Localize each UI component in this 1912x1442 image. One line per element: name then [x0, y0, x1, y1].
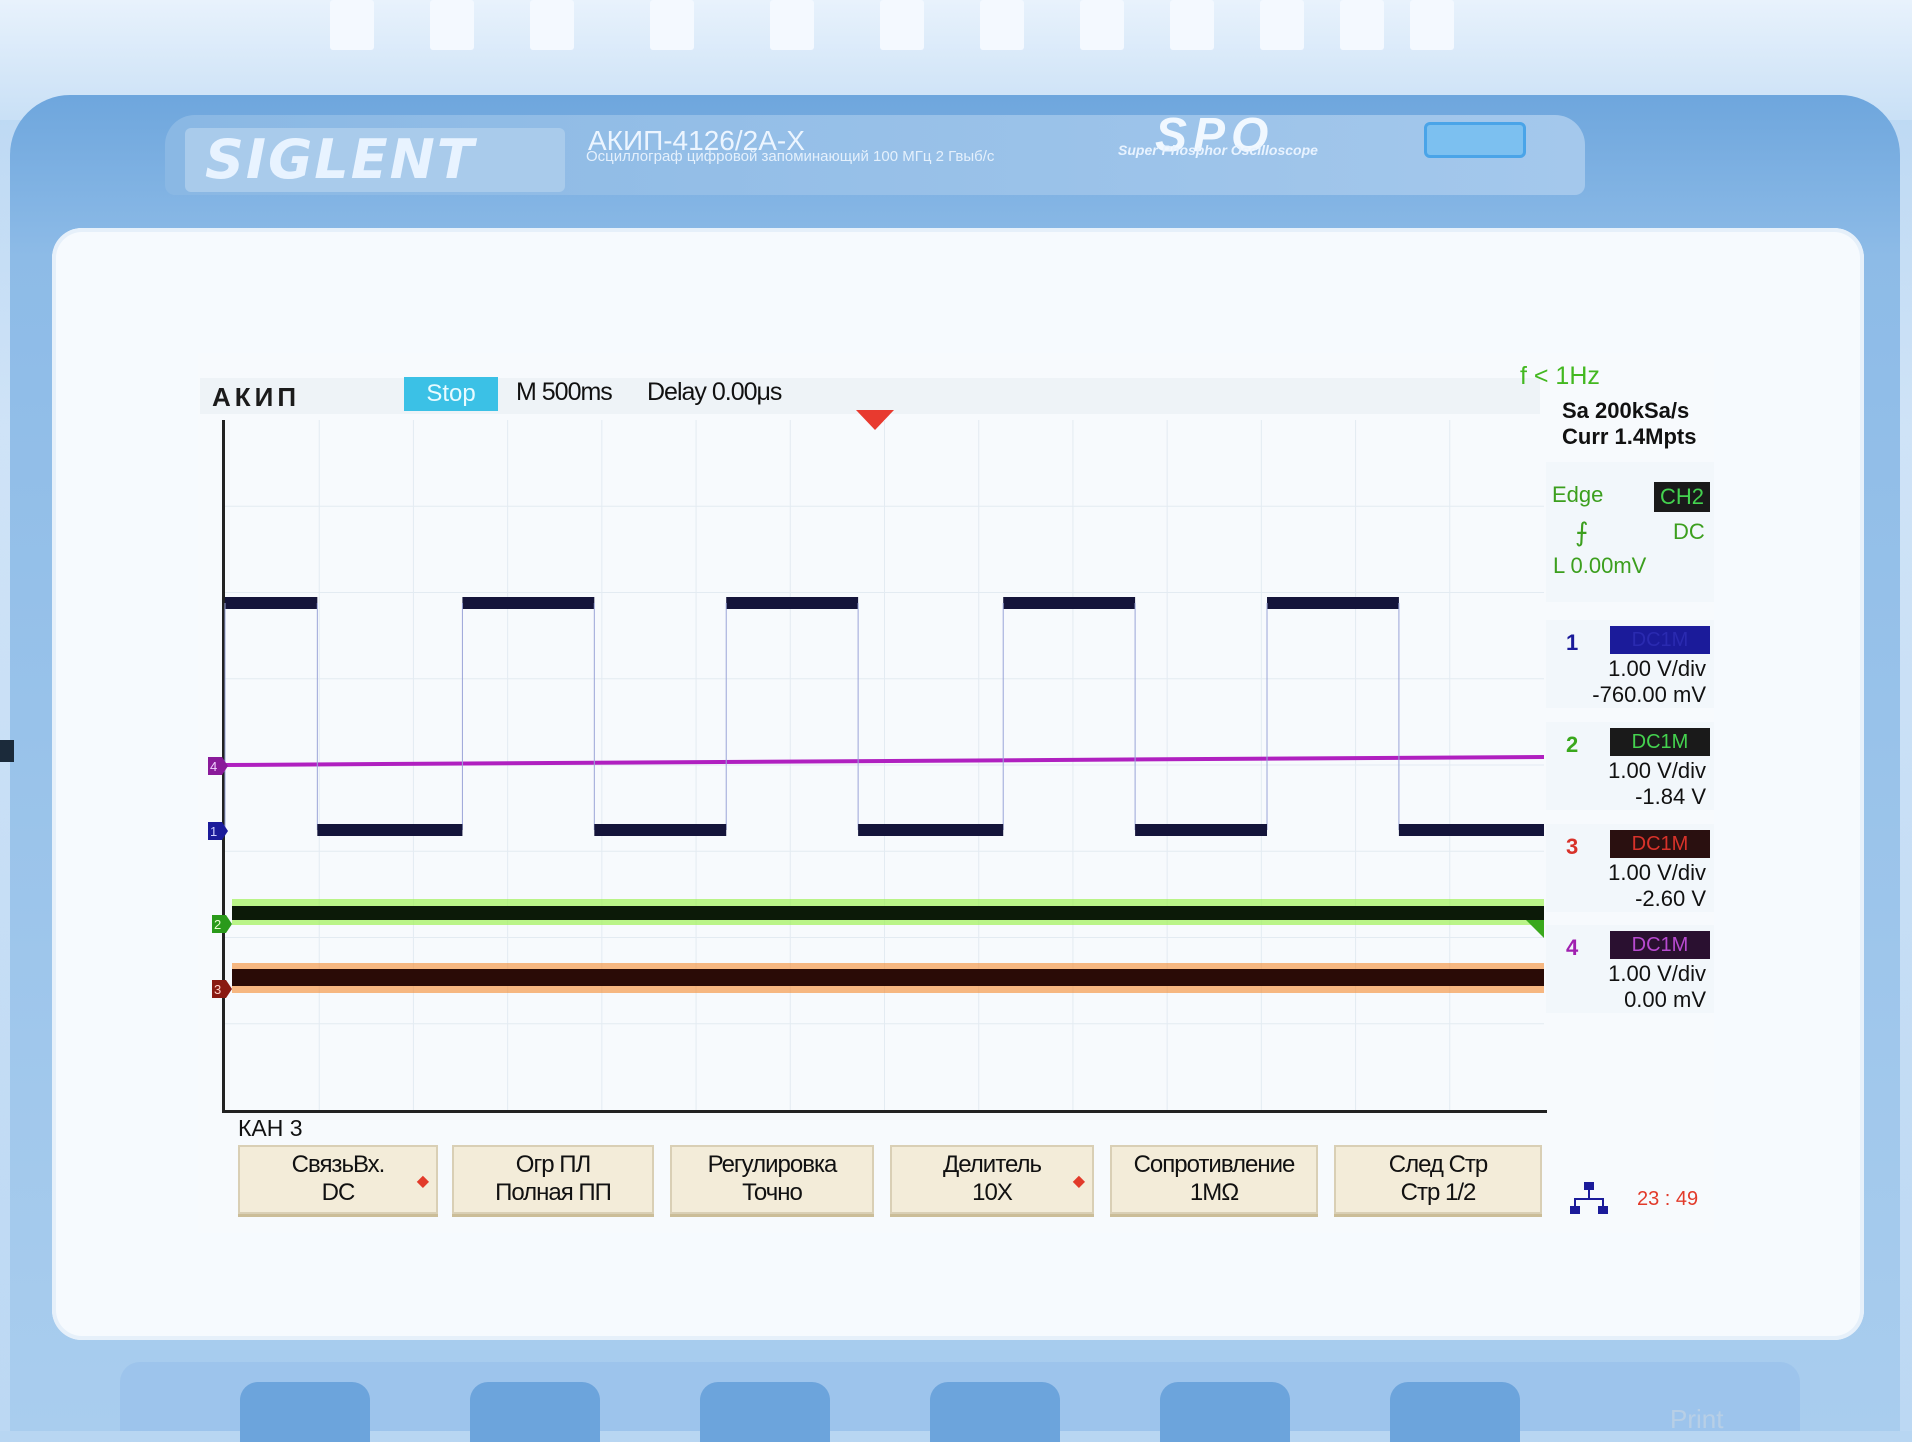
acquisition-panel: Sa 200kSa/s Curr 1.4Mpts — [1546, 398, 1714, 450]
bezel-button[interactable] — [930, 1382, 1060, 1442]
channel-number: 4 — [1566, 935, 1579, 960]
channel-vdiv: 1.00 V/div — [1608, 860, 1706, 885]
ch1-low-segment — [1398, 824, 1544, 836]
ch1-high-segment — [462, 597, 595, 609]
softkey-bw-limit[interactable]: Огр ПЛ Полная ПП — [452, 1145, 654, 1214]
waveform-display: 4 1 2 3 — [208, 420, 1545, 1110]
network-icon — [1570, 1182, 1608, 1214]
channel-offset: -2.60 V — [1635, 886, 1706, 911]
channel-3-card[interactable]: 3 DC1M 1.00 V/div -2.60 V — [1546, 824, 1714, 912]
rising-edge-icon: ⨍ — [1575, 517, 1589, 547]
ch3-marker-label: 3 — [214, 982, 221, 997]
softkey-adjust[interactable]: Регулировка Точно — [670, 1145, 874, 1214]
trigger-coupling: DC — [1673, 519, 1705, 544]
softkey-value: 10X — [972, 1179, 1013, 1206]
channel-number: 2 — [1566, 732, 1579, 757]
softkey-label: Огр ПЛ — [515, 1151, 591, 1178]
menu-title: КАН 3 — [238, 1115, 303, 1141]
memory-depth: Curr 1.4Mpts — [1562, 424, 1697, 449]
ch1-high-segment — [1003, 597, 1136, 609]
ch1-marker-label: 1 — [210, 824, 217, 839]
ch2-marker-label: 2 — [214, 917, 221, 932]
channel-coupling-badge: DC1M — [1610, 830, 1710, 858]
softkey-label: Регулировка — [707, 1151, 838, 1178]
softkey-label: След Стр — [1388, 1151, 1489, 1178]
trigger-source: CH2 — [1654, 482, 1710, 512]
channel-vdiv: 1.00 V/div — [1608, 758, 1706, 783]
cycle-arrow-icon: ◆ — [1072, 1173, 1085, 1190]
channel-2-card[interactable]: 2 DC1M 1.00 V/div -1.84 V — [1546, 722, 1714, 810]
channel-4-card[interactable]: 4 DC1M 1.00 V/div 0.00 mV — [1546, 925, 1714, 1013]
ch1-high-segment — [1267, 597, 1399, 609]
channel-offset: -760.00 mV — [1592, 682, 1706, 707]
ch4-marker-label: 4 — [210, 759, 217, 774]
softkey-impedance[interactable]: Сопротивление 1MΩ — [1110, 1145, 1318, 1214]
softkey-label: Делитель — [943, 1151, 1042, 1178]
softkey-value: Стр 1/2 — [1400, 1179, 1477, 1206]
print-button-label: Print — [1670, 1404, 1724, 1434]
softkey-label: СвязьВх. — [291, 1151, 386, 1178]
clock: 23 : 49 — [1637, 1188, 1699, 1210]
ch1-low-segment — [317, 824, 463, 836]
ch1-low-segment — [1135, 824, 1268, 836]
channel-vdiv: 1.00 V/div — [1608, 961, 1706, 986]
bezel-button[interactable] — [240, 1382, 370, 1442]
channel-coupling-badge: DC1M — [1610, 728, 1710, 756]
softkey-next-page[interactable]: След Стр Стр 1/2 — [1334, 1145, 1542, 1214]
softkey-coupling[interactable]: СвязьВх. DC ◆ — [238, 1145, 438, 1214]
softkey-probe[interactable]: Делитель 10X ◆ — [890, 1145, 1094, 1214]
ch1-low-segment — [594, 824, 727, 836]
channel-1-card[interactable]: 1 DC1M 1.00 V/div -760.00 mV — [1546, 620, 1714, 708]
cycle-arrow-icon: ◆ — [416, 1173, 429, 1190]
ch1-high-segment — [726, 597, 859, 609]
channel-coupling-badge: DC1M — [1610, 626, 1710, 654]
softkey-value: 1MΩ — [1189, 1179, 1239, 1206]
bezel-button[interactable] — [470, 1382, 600, 1442]
channel-vdiv: 1.00 V/div — [1608, 656, 1706, 681]
bezel-button[interactable] — [1390, 1382, 1520, 1442]
channel-coupling-badge: DC1M — [1610, 931, 1710, 959]
channel-number: 1 — [1566, 630, 1579, 655]
bezel-button[interactable] — [1160, 1382, 1290, 1442]
bezel-button[interactable] — [700, 1382, 830, 1442]
channel-offset: 0.00 mV — [1624, 987, 1706, 1012]
ch2-trace — [232, 899, 1544, 925]
softkey-value: Полная ПП — [495, 1179, 612, 1206]
ch1-low-segment — [858, 824, 1004, 836]
softkey-value: Точно — [742, 1179, 803, 1206]
softkey-label: Сопротивление — [1133, 1151, 1296, 1178]
sample-rate: Sa 200kSa/s — [1562, 398, 1690, 423]
trigger-level: L 0.00mV — [1553, 553, 1647, 578]
channel-number: 3 — [1566, 834, 1579, 859]
channel-markers: 4 1 2 3 — [208, 757, 1544, 998]
channel-offset: -1.84 V — [1635, 784, 1706, 809]
softkey-value: DC — [321, 1179, 356, 1206]
trigger-type: Edge — [1552, 482, 1604, 507]
ch3-trace — [232, 963, 1544, 993]
ch1-high-segment — [225, 597, 318, 609]
